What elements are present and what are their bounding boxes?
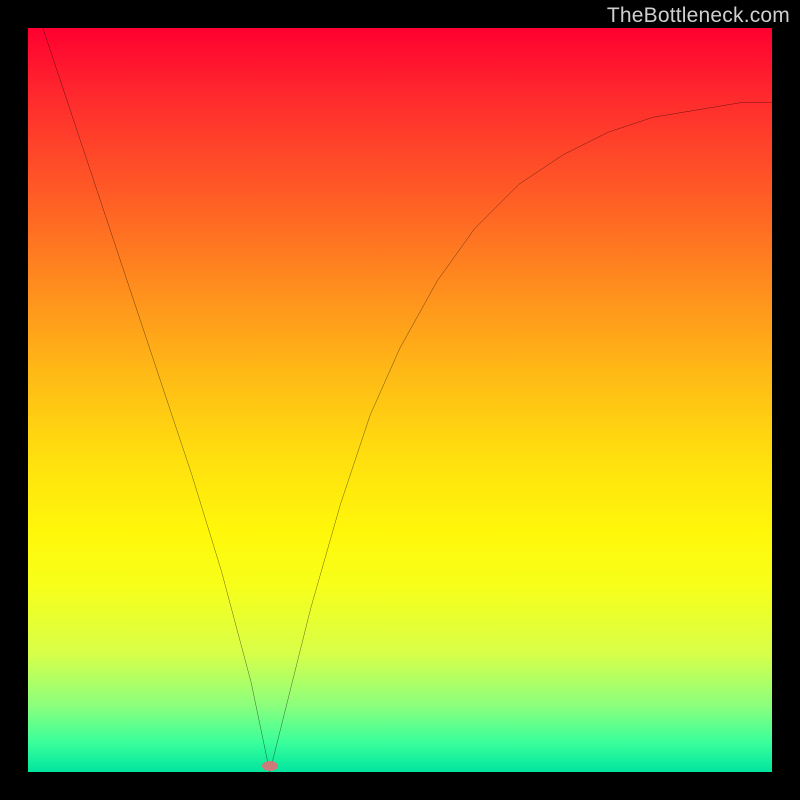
chart-frame: TheBottleneck.com: [0, 0, 800, 800]
bottleneck-curve: [28, 28, 772, 772]
watermark-text: TheBottleneck.com: [607, 4, 790, 28]
plot-area: [28, 28, 772, 772]
optimal-point-marker: [262, 761, 278, 771]
